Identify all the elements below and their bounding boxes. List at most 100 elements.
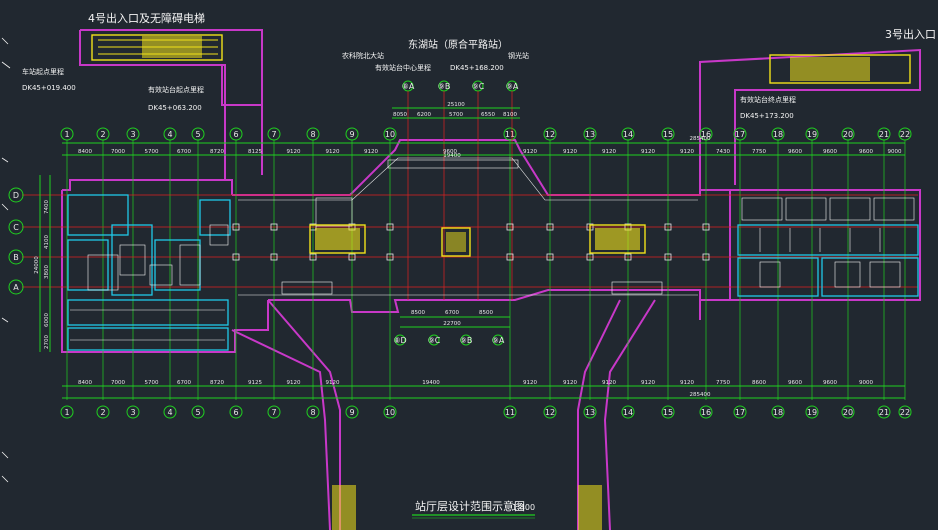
axis-bubble-bottom: 20	[841, 405, 855, 419]
axis-bubble-bottom-label: 11	[505, 408, 515, 417]
drawing-title-text: 站厅层设计范围示意图	[415, 499, 525, 513]
axis-bubble-bottom: 12	[543, 405, 557, 419]
sub-axis-bubble-bottom: ⑧D	[393, 334, 407, 346]
west-neighbor-label: 农科院北大站	[342, 51, 384, 60]
axis-bubble-top: 22	[898, 127, 912, 141]
axis-bubble-bottom-label: 10	[385, 408, 395, 417]
axis-bubble-bottom: 15	[661, 405, 675, 419]
axis-bubble-top-label: 12	[545, 130, 555, 139]
dim-center-bottom-span: 8500	[411, 310, 425, 316]
platform-start-value: DK45+063.200	[148, 104, 202, 112]
axis-bubble-bottom-label: 20	[843, 408, 853, 417]
dim-center-top-span: 8050	[393, 112, 407, 118]
axis-bubble-top-label: 19	[807, 130, 817, 139]
center-mileage-label: 有效站台中心里程	[375, 63, 431, 72]
dim-bottom-span: 5700	[145, 380, 159, 386]
axis-bubble-bottom-label: 7	[271, 408, 276, 417]
dim-center-top-span: 5700	[449, 112, 463, 118]
axis-bubble-bottom-label: 13	[585, 408, 595, 417]
sub-axis-bubble-top: ⑨B	[438, 80, 450, 92]
axis-bubble-top-label: 8	[310, 130, 315, 139]
axis-bubble-bottom-label: 9	[349, 408, 354, 417]
dim-bottom-span: 9120	[680, 380, 694, 386]
dim-left-row: 4100	[44, 235, 50, 249]
axis-bubble-top-label: 7	[271, 130, 276, 139]
axis-bubble-top: 21	[877, 127, 891, 141]
axis-bubble-row-label: A	[13, 283, 19, 292]
dim-top-span: 8720	[210, 149, 224, 155]
axis-bubble-bottom-label: 6	[233, 408, 238, 417]
dim-bottom-span: 8720	[210, 380, 224, 386]
axis-bubble-bottom-label: 15	[663, 408, 673, 417]
dim-bottom-span: 9125	[248, 380, 262, 386]
axis-bubble-top-label: 22	[900, 130, 910, 139]
exit4-label: 4号出入口及无障碍电梯	[88, 11, 205, 25]
axis-bubble-top-label: 5	[195, 130, 200, 139]
axis-bubble-bottom: 10	[383, 405, 397, 419]
axis-bubble-top-label: 13	[585, 130, 595, 139]
dim-top-span: 9120	[563, 149, 577, 155]
dim-top-span: 9120	[523, 149, 537, 155]
dim-center-top-span: 6200	[417, 112, 431, 118]
axis-bubble-row-label: C	[13, 223, 19, 232]
dim-top-span: 7000	[111, 149, 125, 155]
axis-bubble-bottom-label: 5	[195, 408, 200, 417]
dim-left-row: 6000	[44, 313, 50, 327]
axis-bubble-bottom: 17	[733, 405, 747, 419]
sub-axis-bubble-bottom-label: ⑨A	[492, 336, 505, 345]
axis-bubble-top: 20	[841, 127, 855, 141]
sub-axis-bubble-bottom: ⑨A	[492, 334, 505, 346]
axis-bubble-top: 19	[805, 127, 819, 141]
axis-bubble-top-label: 15	[663, 130, 673, 139]
dim-bottom-span: 9120	[326, 380, 340, 386]
stairs-passage-west	[332, 485, 356, 530]
dim-top-span: 9120	[680, 149, 694, 155]
axis-bubble-bottom: 16	[699, 405, 713, 419]
exit3-label: 3号出入口	[885, 27, 936, 41]
sub-axis-bubble-bottom-label: ⑨B	[460, 336, 473, 345]
dim-bottom-span: 8400	[78, 380, 92, 386]
dim-top-span: 9600	[859, 149, 873, 155]
dim-bottom-span: 8600	[752, 380, 766, 386]
drawing-scale-text: 1:400	[512, 503, 535, 512]
dim-bottom-span: 9600	[788, 380, 802, 386]
dim-top-span: 9120	[364, 149, 378, 155]
axis-bubble-bottom: 13	[583, 405, 597, 419]
axis-bubble-bottom-label: 1	[64, 408, 69, 417]
dim-left-row: 2700	[44, 335, 50, 349]
dim-top-span: 9600	[823, 149, 837, 155]
axis-bubble-top-label: 11	[505, 130, 515, 139]
axis-bubble-top-label: 2	[100, 130, 105, 139]
axis-bubble-top: 12	[543, 127, 557, 141]
dim-bottom-total: 285400	[690, 392, 711, 398]
axis-bubble-top: 11	[503, 127, 517, 141]
axis-bubble-top: 17	[733, 127, 747, 141]
sub-axis-bubble-bottom-label: ⑨C	[428, 336, 441, 345]
axis-bubble-bottom: 19	[805, 405, 819, 419]
sub-axis-bubble-bottom-label: ⑧D	[393, 336, 406, 345]
dim-bottom-span: 9120	[602, 380, 616, 386]
dim-top-span: 5700	[145, 149, 159, 155]
dim-bottom-span: 9600	[823, 380, 837, 386]
dim-top-span: 9600	[788, 149, 802, 155]
platform-start-label: 有效站台起点里程	[148, 85, 204, 94]
dim-top-span: 9120	[326, 149, 340, 155]
sub-axis-bubble-top-label: ⑨C	[472, 82, 485, 91]
drawing-title: 站厅层设计范围示意图 1:400	[412, 499, 535, 519]
axis-bubble-bottom-label: 22	[900, 408, 910, 417]
dim-bottom-span: 9120	[641, 380, 655, 386]
start-mileage-label: 车站起点里程	[22, 67, 64, 76]
dim-left-row: 7400	[44, 200, 50, 214]
axis-bubble-bottom-label: 18	[773, 408, 783, 417]
dim-top-span: 8400	[78, 149, 92, 155]
sub-axis-bubble-bottom: ⑨C	[428, 334, 441, 346]
dim-top-span: 9120	[287, 149, 301, 155]
dim-top-span: 9120	[641, 149, 655, 155]
elevator-center	[441, 227, 471, 257]
axis-bubble-bottom: 18	[771, 405, 785, 419]
sub-axis-bubble-top: ⑨A	[506, 80, 519, 92]
dim-top-span: 9000	[888, 149, 902, 155]
sub-axis-bubble-bottom: ⑨B	[460, 334, 473, 346]
dim-top-span: 7750	[752, 149, 766, 155]
dim-bottom-span: 7000	[111, 380, 125, 386]
